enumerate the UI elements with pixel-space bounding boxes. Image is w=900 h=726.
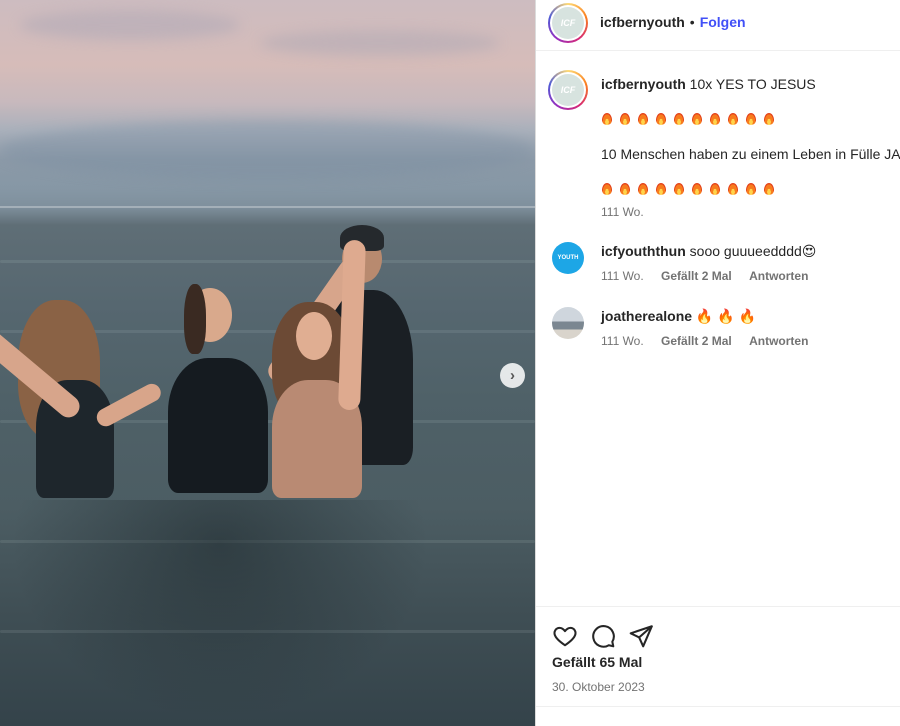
post-side-panel: ICF icfbernyouth • Folgen ICF icfbernyou… <box>535 0 900 726</box>
like-count[interactable]: Gefällt 65 Mal <box>552 654 642 670</box>
fire-icon <box>673 112 685 126</box>
author-avatar[interactable]: ICF <box>548 3 588 43</box>
fire-icon <box>601 182 613 196</box>
sky-cloud <box>0 120 535 180</box>
fire-icon <box>619 182 631 196</box>
commenter-avatar[interactable] <box>552 307 584 339</box>
comment-row: joatherealone 🔥 🔥 🔥 <box>601 308 756 325</box>
heart-icon[interactable] <box>552 623 578 649</box>
caption-author[interactable]: icfbernyouth <box>601 76 686 92</box>
caption-line-2: 10 Menschen haben zu einem Leben in Füll… <box>601 146 900 162</box>
separator-dot: • <box>689 14 695 30</box>
fire-icon <box>727 112 739 126</box>
commenter-avatar[interactable]: YOUTH <box>552 242 584 274</box>
fire-icon <box>673 182 685 196</box>
fire-icon <box>763 112 775 126</box>
fire-icon <box>709 182 721 196</box>
reply-button[interactable]: Antworten <box>749 269 808 283</box>
comment-text: sooo guuueedddd😍 <box>689 243 817 259</box>
fire-icon <box>601 112 613 126</box>
comment-likes[interactable]: Gefällt 2 Mal <box>661 334 732 348</box>
water-wave <box>0 260 535 263</box>
comment-input-divider <box>536 706 900 707</box>
caption-line-1: icfbernyouth 10x YES TO JESUS <box>601 76 816 92</box>
sky-cloud <box>260 30 500 56</box>
send-icon[interactable] <box>628 623 654 649</box>
caption-time[interactable]: 111 Wo. <box>601 205 644 219</box>
caption-author-avatar[interactable]: ICF <box>548 70 588 110</box>
post-photo[interactable]: › <box>0 0 535 726</box>
comment-row: icfyouththun sooo guuueedddd😍 <box>601 243 816 260</box>
author-username[interactable]: icfbernyouth <box>600 14 685 30</box>
fire-icon <box>655 182 667 196</box>
carousel-next-button[interactable]: › <box>500 363 525 388</box>
avatar-logo: ICF <box>560 18 576 28</box>
post-date: 30. Oktober 2023 <box>552 680 645 694</box>
sky-cloud <box>20 10 240 40</box>
water-reflection <box>10 500 430 720</box>
fire-icon <box>709 112 721 126</box>
comment-time[interactable]: 111 Wo. <box>601 334 644 348</box>
post-header: ICF icfbernyouth • Folgen <box>536 0 900 51</box>
fire-emoji-row <box>601 182 775 196</box>
fire-icon <box>763 182 775 196</box>
fire-icon <box>727 182 739 196</box>
fire-icon <box>745 112 757 126</box>
comment-author[interactable]: joatherealone <box>601 308 692 324</box>
fire-icon <box>691 112 703 126</box>
reply-button[interactable]: Antworten <box>749 334 808 348</box>
fire-icon <box>745 182 757 196</box>
comment-text: 🔥 🔥 🔥 <box>695 308 756 324</box>
fire-emoji-row <box>601 112 775 126</box>
fire-icon <box>619 112 631 126</box>
fire-icon <box>637 112 649 126</box>
caption-title: 10x YES TO JESUS <box>689 76 816 92</box>
avatar-logo: YOUTH <box>557 255 579 261</box>
fire-icon <box>691 182 703 196</box>
comment-meta: 111 Wo. Gefällt 2 Mal Antworten <box>601 334 808 348</box>
avatar-logo: ICF <box>560 85 576 95</box>
comment-time[interactable]: 111 Wo. <box>601 269 644 283</box>
fire-icon <box>655 112 667 126</box>
comment-likes[interactable]: Gefällt 2 Mal <box>661 269 732 283</box>
follow-button[interactable]: Folgen <box>700 14 746 30</box>
comment-author[interactable]: icfyouththun <box>601 243 686 259</box>
horizon-line <box>0 206 535 208</box>
chevron-right-icon: › <box>510 367 515 384</box>
comment-meta: 111 Wo. Gefällt 2 Mal Antworten <box>601 269 808 283</box>
fire-icon <box>637 182 649 196</box>
comment-icon[interactable] <box>590 623 616 649</box>
